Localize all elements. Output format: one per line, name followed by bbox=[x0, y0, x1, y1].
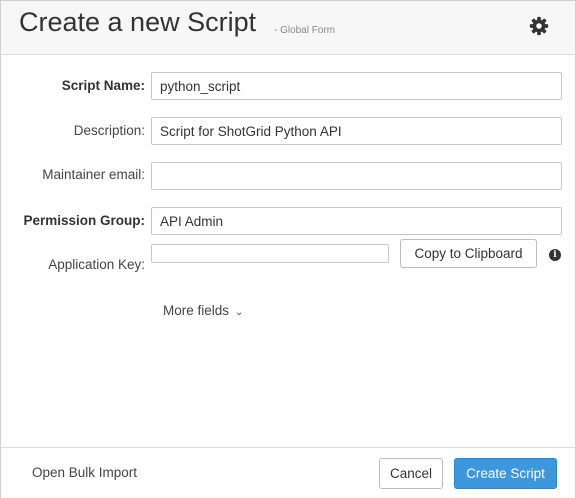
create-script-dialog: Create a new Script - Global Form Script… bbox=[0, 0, 576, 498]
dialog-header: Create a new Script - Global Form bbox=[1, 1, 575, 55]
info-icon[interactable]: i bbox=[549, 249, 561, 261]
maintainer-email-input[interactable] bbox=[151, 162, 562, 190]
dialog-title: Create a new Script bbox=[19, 7, 257, 37]
description-label: Description: bbox=[73, 123, 145, 138]
dialog-subtitle: - Global Form bbox=[274, 25, 336, 36]
dialog-footer: Open Bulk Import Cancel Create Script bbox=[1, 447, 575, 498]
chevron-down-icon: ⌄ bbox=[235, 307, 244, 318]
script-name-label: Script Name: bbox=[61, 78, 145, 93]
description-input[interactable] bbox=[151, 117, 562, 145]
permission-group-input[interactable] bbox=[151, 207, 562, 235]
cancel-button[interactable]: Cancel bbox=[379, 458, 443, 489]
create-script-button[interactable]: Create Script bbox=[454, 458, 557, 489]
application-key-field[interactable] bbox=[151, 244, 389, 263]
more-fields-toggle[interactable]: More fields ⌄ bbox=[163, 303, 243, 318]
script-name-input[interactable] bbox=[151, 72, 562, 100]
application-key-label: Application Key: bbox=[48, 257, 145, 272]
permission-group-label: Permission Group: bbox=[23, 213, 145, 228]
copy-to-clipboard-button[interactable]: Copy to Clipboard bbox=[400, 239, 537, 268]
open-bulk-import-link[interactable]: Open Bulk Import bbox=[32, 465, 137, 480]
gear-icon[interactable] bbox=[528, 15, 550, 37]
maintainer-email-label: Maintainer email: bbox=[42, 167, 145, 182]
more-fields-label: More fields bbox=[163, 303, 230, 318]
